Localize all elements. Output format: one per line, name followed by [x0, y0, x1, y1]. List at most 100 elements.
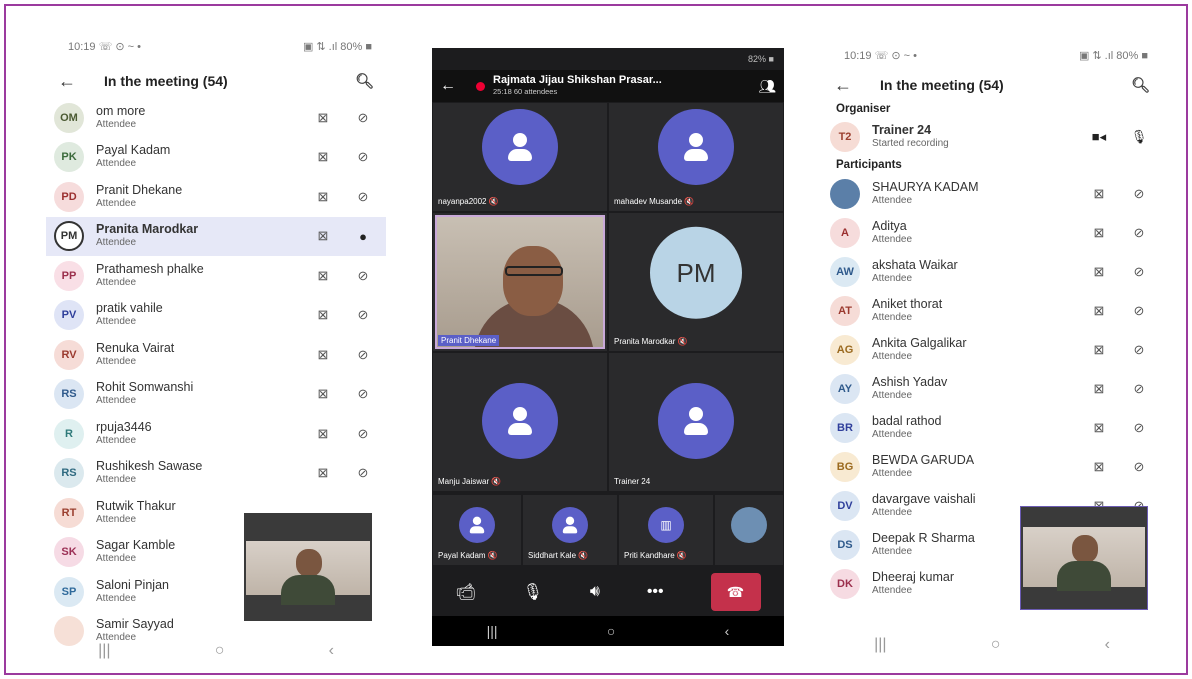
- participant-row[interactable]: PD Pranit Dhekane Attendee ⊠ ⊘: [46, 177, 386, 217]
- status-bar: 10:19 ☏ ⊙ ~ • ▣ ⇅ .ıl 80% ■: [46, 28, 386, 64]
- strip-tile[interactable]: Siddhart Kale 🔇: [522, 494, 618, 566]
- recents-icon[interactable]: |||: [487, 623, 498, 639]
- participant-role: Attendee: [872, 272, 913, 284]
- avatar: PD: [54, 181, 84, 212]
- video-tile-active-speaker[interactable]: Pranit Dhekane: [432, 212, 608, 352]
- mic-off-icon[interactable]: 🎙︎: [523, 582, 543, 602]
- mic-off-icon: ⊘: [1133, 458, 1145, 474]
- more-options-icon[interactable]: •••: [647, 583, 664, 601]
- participant-role: Attendee: [96, 237, 137, 249]
- home-icon[interactable]: ○: [215, 642, 225, 660]
- participant-row[interactable]: Rrpuja3446 Attendee ⊠ ⊘: [46, 414, 386, 454]
- mic-off-icon: ⊘: [357, 307, 369, 323]
- camera-off-icon: ⊠: [317, 109, 329, 125]
- video-tile[interactable]: Manju Jaiswar 🔇: [432, 352, 608, 492]
- home-icon[interactable]: ○: [991, 636, 1001, 654]
- camera-off-icon: ⊠: [317, 386, 329, 402]
- participant-info: BEWDA GARUDA Attendee: [872, 453, 1074, 480]
- participant-row[interactable]: AY Ashish Yadav Attendee ⊠ ⊘: [822, 369, 1162, 408]
- header: ← In the meeting (54) 🔍︎: [46, 64, 386, 98]
- video-tile[interactable]: mahadev Musande 🔇: [608, 102, 784, 212]
- avatar: AW: [830, 256, 860, 287]
- participant-name: Aditya: [872, 218, 907, 233]
- back-arrow-icon[interactable]: ←: [834, 75, 880, 96]
- participant-row[interactable]: PV pratik vahile Attendee ⊠ ⊘: [46, 296, 386, 336]
- strip-tile[interactable]: [714, 494, 784, 566]
- avatar: PM: [54, 221, 84, 252]
- participant-name: pratik vahile: [96, 301, 163, 316]
- participant-row[interactable]: PK Payal Kadam Attendee ⊠ ⊘: [46, 138, 386, 178]
- android-nav-bar: ||| ○ ‹: [432, 616, 784, 646]
- back-nav-icon[interactable]: ‹: [725, 623, 730, 639]
- back-arrow-icon[interactable]: ←: [440, 77, 476, 95]
- participant-role: Attendee: [872, 389, 913, 401]
- camera-off-icon[interactable]: 📹︎: [455, 582, 475, 602]
- mic-off-icon: ⊘: [357, 425, 369, 441]
- left-participants-screen: 10:19 ☏ ⊙ ~ • ▣ ⇅ .ıl 80% ■ ← In the mee…: [46, 28, 386, 666]
- avatar: OM: [54, 102, 84, 133]
- video-tile[interactable]: nayanpa2002 🔇: [432, 102, 608, 212]
- video-tile[interactable]: PM Pranita Marodkar 🔇: [608, 212, 784, 352]
- participant-role: Attendee: [96, 474, 137, 486]
- back-nav-icon[interactable]: ‹: [1105, 636, 1110, 654]
- participant-row[interactable]: RS Rohit Somwanshi Attendee ⊠ ⊘: [46, 375, 386, 415]
- right-participants-screen: 10:19 ☏ ⊙ ~ • ▣ ⇅ .ıl 80% ■ ← In the mee…: [822, 40, 1162, 660]
- search-icon[interactable]: 🔍︎: [355, 72, 374, 90]
- participant-row[interactable]: SHAURYA KADAM Attendee ⊠ ⊘: [822, 174, 1162, 213]
- tile-label: mahadev Musande 🔇: [614, 197, 695, 206]
- participant-row[interactable]: AT Aniket thorat Attendee ⊠ ⊘: [822, 291, 1162, 330]
- participant-row[interactable]: RS Rushikesh Sawase Attendee ⊠ ⊘: [46, 454, 386, 494]
- participant-info: om more Attendee: [96, 104, 298, 131]
- participant-info: badal rathod Attendee: [872, 414, 1074, 441]
- video-tile[interactable]: Trainer 24: [608, 352, 784, 492]
- participant-info: rpuja3446 Attendee: [96, 420, 298, 447]
- participant-row[interactable]: RV Renuka Vairat Attendee ⊠ ⊘: [46, 335, 386, 375]
- strip-tile[interactable]: Payal Kadam 🔇: [432, 494, 522, 566]
- mic-off-icon: ⊘: [1133, 263, 1145, 279]
- avatar: BG: [830, 451, 860, 482]
- status-time: 10:19 ☏ ⊙ ~ •: [68, 40, 141, 53]
- participant-role: Attendee: [96, 276, 137, 288]
- mic-off-icon: ⊘: [1133, 380, 1145, 396]
- back-nav-icon[interactable]: ‹: [329, 642, 334, 660]
- participant-row[interactable]: AW akshata Waikar Attendee ⊠ ⊘: [822, 252, 1162, 291]
- status-indicators: ▣ ⇅ .ıl 80% ■: [302, 40, 372, 53]
- participant-row[interactable]: BG BEWDA GARUDA Attendee ⊠ ⊘: [822, 447, 1162, 486]
- participant-row[interactable]: BR badal rathod Attendee ⊠ ⊘: [822, 408, 1162, 447]
- participant-info: pratik vahile Attendee: [96, 302, 298, 328]
- participants-icon[interactable]: 👥︎: [758, 78, 776, 95]
- speaker-icon[interactable]: 🔊︎: [590, 583, 600, 601]
- self-preview-video[interactable]: [1020, 506, 1148, 610]
- avatar: R: [54, 418, 84, 449]
- search-icon[interactable]: 🔍︎: [1131, 76, 1150, 94]
- participant-row[interactable]: OM om more Attendee ⊠ ⊘: [46, 98, 386, 138]
- participant-role: Attendee: [96, 316, 137, 328]
- tile-label: Priti Kandhare 🔇: [624, 551, 687, 560]
- end-call-button[interactable]: ☎: [710, 573, 761, 611]
- recents-icon[interactable]: |||: [98, 642, 110, 660]
- recents-icon[interactable]: |||: [874, 636, 886, 654]
- back-arrow-icon[interactable]: ←: [58, 71, 104, 92]
- home-icon[interactable]: ○: [607, 623, 615, 639]
- avatar-icon: [731, 507, 767, 543]
- avatar: A: [830, 217, 860, 248]
- self-preview-video[interactable]: [244, 513, 372, 621]
- participant-row[interactable]: A Aditya Attendee ⊠ ⊘: [822, 213, 1162, 252]
- avatar: SP: [54, 576, 84, 607]
- tile-label: Payal Kadam 🔇: [438, 551, 498, 560]
- participant-row[interactable]: PM Pranita Marodkar Attendee ⊠ ●: [46, 216, 386, 256]
- mic-off-icon: ⊘: [357, 149, 369, 165]
- organiser-row[interactable]: T2 Trainer 24 Started recording ■◂ 🎙︎: [822, 118, 1162, 156]
- status-bar: 82% ■: [748, 54, 774, 64]
- participant-info: Aditya Attendee: [872, 218, 1074, 246]
- strip-tile[interactable]: ▥ Priti Kandhare 🔇: [618, 494, 714, 566]
- participant-row[interactable]: PP Prathamesh phalke Attendee ⊠ ⊘: [46, 256, 386, 296]
- participant-name: Prathamesh phalke: [96, 261, 204, 276]
- tile-label: Manju Jaiswar 🔇: [438, 477, 502, 486]
- tile-label: Pranit Dhekane: [438, 335, 500, 346]
- avatar-icon: [459, 507, 495, 543]
- participant-row[interactable]: AG Ankita Galgalikar Attendee ⊠ ⊘: [822, 330, 1162, 369]
- participant-role: Attendee: [96, 197, 137, 209]
- status-indicators: ▣ ⇅ .ıl 80% ■: [1078, 49, 1148, 62]
- meeting-duration-attendees: 25:18 60 attendees: [493, 87, 558, 96]
